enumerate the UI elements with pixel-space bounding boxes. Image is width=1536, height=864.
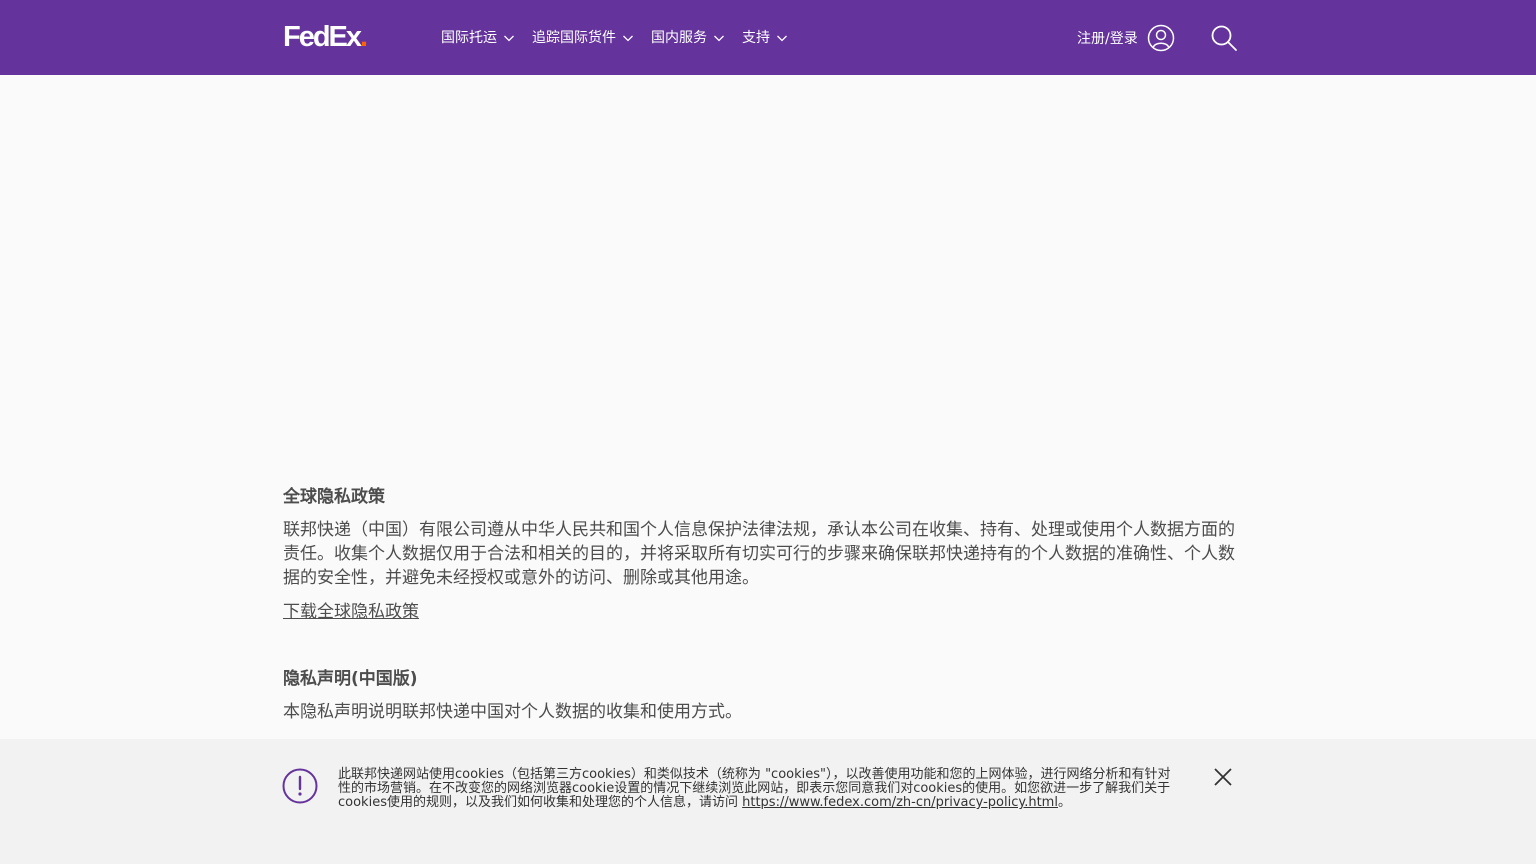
search-icon[interactable] <box>1210 24 1238 52</box>
chevron-down-icon <box>714 35 724 42</box>
cookie-notice-end: 。 <box>1057 795 1071 810</box>
logo-dot: . <box>360 21 368 53</box>
nav-item-label: 追踪国际货件 <box>532 30 616 46</box>
close-icon[interactable] <box>1212 766 1234 788</box>
fedex-logo[interactable]: FedEx. <box>283 21 368 53</box>
nav-item-label: 支持 <box>742 30 770 46</box>
nav-item-domestic-services[interactable]: 国内服务 <box>651 27 725 49</box>
nav-item-international-shipping[interactable]: 国际托运 <box>441 27 515 49</box>
section-body-global-privacy: 联邦快递（中国）有限公司遵从中华人民共和国个人信息保护法律法规，承认本公司在收集… <box>283 520 1235 588</box>
cookie-banner: 此联邦快递网站使用cookies（包括第三方cookies）和类似技术（统称为 … <box>0 739 1536 864</box>
nav-item-label: 国际托运 <box>441 30 497 46</box>
section-body-privacy-statement-china: 本隐私声明说明联邦快递中国对个人数据的收集和使用方式。 <box>283 702 742 722</box>
chevron-down-icon <box>623 35 633 42</box>
section-title-global-privacy: 全球隐私政策 <box>283 487 385 507</box>
login-button[interactable]: 注册/登录 <box>1077 24 1175 52</box>
chevron-down-icon <box>504 35 514 42</box>
main-nav: 国际托运 追踪国际货件 国内服务 支持 <box>441 27 788 49</box>
download-global-privacy-link[interactable]: 下载全球隐私政策 <box>283 600 419 624</box>
nav-item-label: 国内服务 <box>651 30 707 46</box>
site-header: FedEx. 国际托运 追踪国际货件 国内服务 支持 注册/登录 <box>0 0 1536 75</box>
nav-item-track-international[interactable]: 追踪国际货件 <box>532 27 634 49</box>
user-icon <box>1147 24 1174 52</box>
privacy-content: 全球隐私政策 联邦快递（中国）有限公司遵从中华人民共和国个人信息保护法律法规，承… <box>283 484 1238 724</box>
cookie-notice-text: 此联邦快递网站使用cookies（包括第三方cookies）和类似技术（统称为 … <box>338 768 1178 810</box>
alert-icon <box>282 768 318 804</box>
section-title-privacy-statement-china: 隐私声明(中国版) <box>283 669 418 689</box>
chevron-down-icon <box>777 35 787 42</box>
privacy-policy-link[interactable]: https://www.fedex.com/zh-cn/privacy-poli… <box>742 795 1058 810</box>
login-label: 注册/登录 <box>1077 31 1138 47</box>
logo-text: FedEx <box>283 21 362 53</box>
nav-item-support[interactable]: 支持 <box>742 27 788 49</box>
